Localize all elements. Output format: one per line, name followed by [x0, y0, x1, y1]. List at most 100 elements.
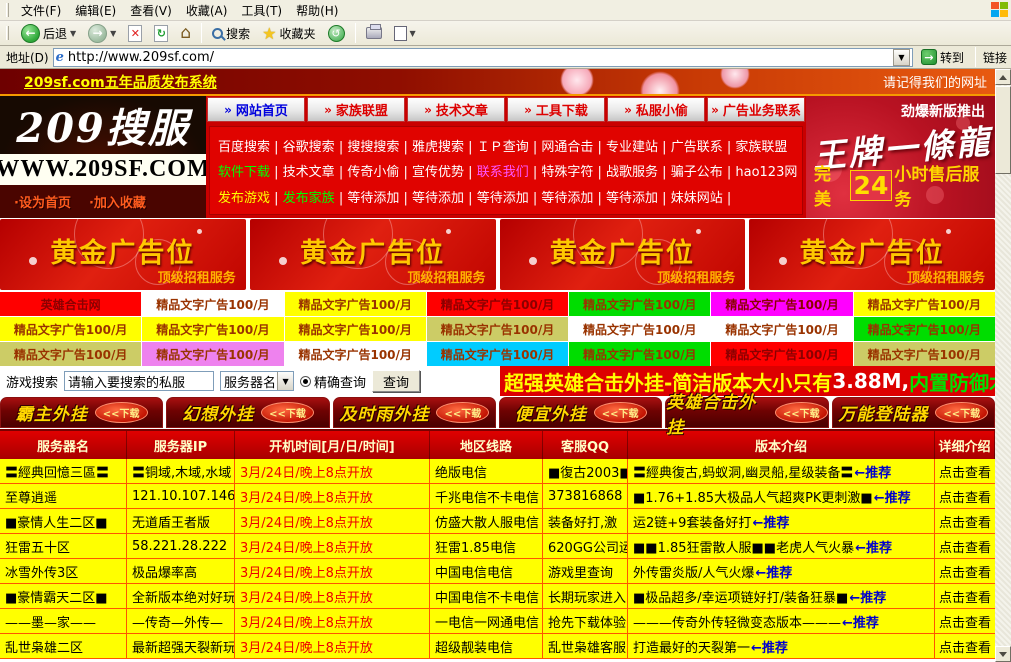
- detail-link[interactable]: 点击查看: [935, 459, 995, 483]
- site-logo[interactable]: 209搜服: [0, 96, 206, 154]
- text-ad-cell[interactable]: 精品文字广告100/月: [569, 292, 710, 316]
- browser-menu-item[interactable]: 工具(T): [234, 2, 289, 20]
- quick-link[interactable]: 等待添加: [606, 187, 671, 206]
- quick-link[interactable]: 等待添加: [412, 187, 477, 206]
- text-ad-cell[interactable]: 精品文字广告100/月: [427, 317, 568, 341]
- quick-link[interactable]: 技术文章: [283, 161, 348, 180]
- quick-link[interactable]: 宣传优势: [412, 161, 477, 180]
- detail-link[interactable]: 点击查看: [935, 509, 995, 533]
- quick-link[interactable]: 骗子公布: [671, 161, 736, 180]
- detail-link[interactable]: 点击查看: [935, 634, 995, 658]
- add-favorite-link[interactable]: ·加入收藏: [89, 192, 146, 211]
- quick-link[interactable]: 特殊字符: [541, 161, 606, 180]
- nav-tab[interactable]: »广告业务联系: [707, 97, 805, 122]
- hack-download-tab[interactable]: 英雄合击外挂 <<下载: [665, 397, 828, 428]
- nav-tab[interactable]: »网站首页: [207, 97, 305, 122]
- nav-tab[interactable]: »工具下载: [507, 97, 605, 122]
- server-name-cell[interactable]: 狂雷五十区: [0, 534, 127, 558]
- server-name-cell[interactable]: ■豪情人生二区■: [0, 509, 127, 533]
- server-name-cell[interactable]: 至尊逍遥: [0, 484, 127, 508]
- detail-link[interactable]: 点击查看: [935, 559, 995, 583]
- nav-tab[interactable]: »私服小偷: [607, 97, 705, 122]
- quick-link[interactable]: 妹妹网站: [671, 187, 736, 206]
- server-name-cell[interactable]: 〓經典回憶三區〓: [0, 459, 127, 483]
- history-button[interactable]: ↺: [323, 23, 350, 44]
- forward-button[interactable]: → ▼: [83, 22, 121, 45]
- back-dropdown-icon[interactable]: ▼: [70, 29, 76, 38]
- text-ad-cell[interactable]: 精品文字广告100/月: [142, 342, 283, 366]
- text-ad-cell[interactable]: 精品文字广告100/月: [711, 342, 852, 366]
- scroll-up-button[interactable]: [995, 69, 1011, 85]
- exact-search-radio[interactable]: 精确查询: [300, 372, 366, 391]
- browser-menu-item[interactable]: 查看(V): [123, 2, 179, 20]
- quick-link[interactable]: 百度搜索: [218, 136, 283, 155]
- gold-ad-banner[interactable]: 黄金广告位 顶级招租服务: [500, 219, 746, 290]
- text-ad-cell[interactable]: 精品文字广告100/月: [854, 317, 995, 341]
- text-ad-cell[interactable]: 精品文字广告100/月: [427, 342, 568, 366]
- quick-link[interactable]: 专业建站: [606, 136, 671, 155]
- quick-link[interactable]: 谷歌搜索: [283, 136, 348, 155]
- scrollbar-thumb[interactable]: [995, 86, 1011, 174]
- server-name-cell[interactable]: 冰雪外传3区: [0, 559, 127, 583]
- quick-link[interactable]: 广告联系: [671, 136, 736, 155]
- text-ad-cell[interactable]: 精品文字广告100/月: [569, 342, 710, 366]
- download-badge[interactable]: <<下载: [594, 402, 647, 423]
- hack-download-tab[interactable]: 幻想外挂 <<下载: [166, 397, 329, 428]
- text-ad-cell[interactable]: 精品文字广告100/月: [854, 342, 995, 366]
- quick-link[interactable]: 联系我们: [477, 161, 542, 180]
- edit-dropdown-icon[interactable]: ▼: [410, 29, 416, 38]
- forward-dropdown-icon[interactable]: ▼: [110, 29, 116, 38]
- server-name-cell[interactable]: ——墨—家——: [0, 609, 127, 633]
- text-ad-cell[interactable]: 精品文字广告100/月: [0, 342, 141, 366]
- server-name-cell[interactable]: ■豪情霸天二区■: [0, 584, 127, 608]
- address-dropdown-icon[interactable]: ▼: [893, 49, 910, 66]
- text-ad-cell[interactable]: 精品文字广告100/月: [854, 292, 995, 316]
- home-button[interactable]: ⌂: [175, 21, 196, 45]
- site-slogan-link[interactable]: 209sf.com五年品质发布系统: [24, 72, 217, 92]
- address-input[interactable]: e http://www.209sf.com/ ▼: [53, 48, 913, 67]
- back-button[interactable]: ← 后退 ▼: [16, 22, 81, 45]
- text-ad-cell[interactable]: 精品文字广告100/月: [142, 292, 283, 316]
- quick-link[interactable]: 等待添加: [477, 187, 542, 206]
- edit-button[interactable]: ▼: [389, 24, 421, 43]
- quick-link[interactable]: 战歌服务: [606, 161, 671, 180]
- quick-link[interactable]: 搜搜搜索: [347, 136, 412, 155]
- text-ad-cell[interactable]: 精品文字广告100/月: [285, 342, 426, 366]
- detail-link[interactable]: 点击查看: [935, 609, 995, 633]
- download-badge[interactable]: <<下载: [261, 402, 314, 423]
- download-badge[interactable]: <<下载: [775, 402, 828, 423]
- hack-download-tab[interactable]: 及时雨外挂 <<下载: [333, 397, 496, 428]
- vertical-scrollbar[interactable]: [995, 69, 1011, 662]
- download-badge[interactable]: <<下载: [935, 402, 988, 423]
- game-search-input[interactable]: [64, 371, 214, 391]
- text-ad-cell[interactable]: 精品文字广告100/月: [0, 317, 141, 341]
- refresh-button[interactable]: ↻: [149, 23, 173, 44]
- quick-link[interactable]: 软件下载: [218, 161, 283, 180]
- quick-link[interactable]: 发布游戏: [218, 187, 283, 206]
- nav-tab[interactable]: »家族联盟: [307, 97, 405, 122]
- text-ad-cell[interactable]: 精品文字广告100/月: [711, 292, 852, 316]
- gold-ad-banner[interactable]: 黄金广告位 顶级招租服务: [749, 219, 995, 290]
- radio-icon[interactable]: [300, 376, 311, 387]
- gold-ad-banner[interactable]: 黄金广告位 顶级招租服务: [0, 219, 246, 290]
- text-ad-cell[interactable]: 精品文字广告100/月: [569, 317, 710, 341]
- server-name-cell[interactable]: 乱世枭雄二区: [0, 634, 127, 658]
- links-label[interactable]: 链接: [983, 49, 1007, 66]
- quick-link[interactable]: 雅虎搜索: [412, 136, 477, 155]
- text-ad-cell[interactable]: 英雄合击网: [0, 292, 141, 316]
- detail-link[interactable]: 点击查看: [935, 584, 995, 608]
- hack-download-tab[interactable]: 万能登陆器 <<下载: [832, 397, 995, 428]
- scroll-down-button[interactable]: [995, 646, 1011, 662]
- detail-link[interactable]: 点击查看: [935, 484, 995, 508]
- gold-ad-banner[interactable]: 黄金广告位 顶级招租服务: [250, 219, 496, 290]
- browser-menu-item[interactable]: 编辑(E): [68, 2, 123, 20]
- text-ad-cell[interactable]: 精品文字广告100/月: [285, 317, 426, 341]
- go-button[interactable]: → 转到: [917, 48, 968, 67]
- search-button[interactable]: 搜索: [207, 23, 255, 44]
- set-homepage-link[interactable]: ·设为首页: [14, 192, 71, 211]
- quick-link[interactable]: 发布家族: [283, 187, 348, 206]
- browser-menu-item[interactable]: 收藏(A): [179, 2, 235, 20]
- quick-link[interactable]: 等待添加: [347, 187, 412, 206]
- quick-link[interactable]: 等待添加: [541, 187, 606, 206]
- detail-link[interactable]: 点击查看: [935, 534, 995, 558]
